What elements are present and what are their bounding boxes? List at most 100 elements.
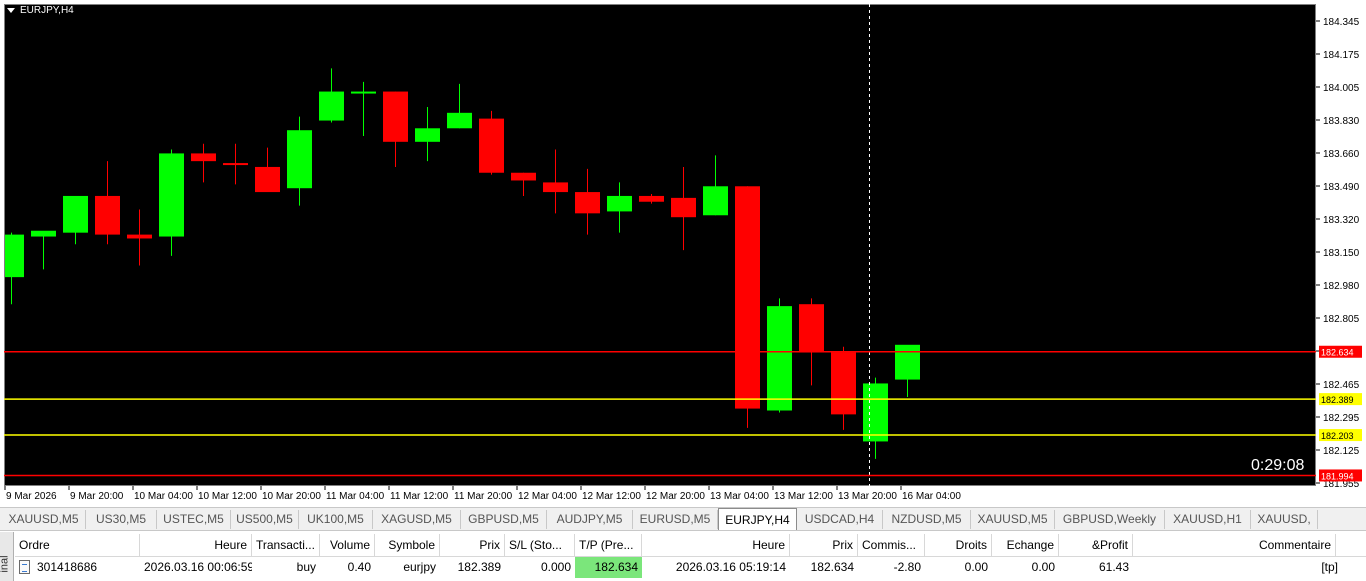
level-price-label: 181.994 [1321,471,1354,481]
column-header-volume[interactable]: Volume [320,534,375,556]
cell-stop-loss: 0.000 [540,560,571,574]
time-axis-label: 10 Mar 12:00 [198,491,257,502]
tab-uk100-m5[interactable]: UK100,M5 [299,510,373,529]
tab-eurusd-m5[interactable]: EURUSD,M5 [633,510,718,529]
column-header-profit[interactable]: &Profit [1059,534,1133,556]
bear-candle [639,195,664,202]
tab-xauusd-m5[interactable]: XAUUSD,M5 [2,510,86,529]
tab-gbpusd-weekly[interactable]: GBPUSD,Weekly [1055,510,1165,529]
cell-comment: [tp] [1321,560,1338,574]
level-price-label: 182.634 [1321,348,1354,358]
bull-candle [351,91,376,94]
cell-open-time: 2026.03.16 00:06:59 [144,560,252,574]
bull-candle [319,91,344,121]
cell-commission: -2.80 [893,560,921,574]
price-axis-label: 183.320 [1323,215,1360,226]
tab-eurjpy-h4[interactable]: EURJPY,H4 [718,508,797,530]
tab-xauusd[interactable]: XAUUSD, [1251,510,1318,529]
column-header-commission[interactable]: Commis... [858,534,925,556]
bar-countdown-timer: 0:29:08 [1251,457,1305,474]
cell-symbol: eurjpy [403,560,436,574]
bear-candle [223,163,248,166]
cell-profit: 61.43 [1098,560,1129,574]
time-axis-label: 10 Mar 20:00 [262,491,321,502]
price-axis-label: 182.125 [1323,446,1360,457]
tab-xagusd-m5[interactable]: XAGUSD,M5 [373,510,461,529]
bull-candle [415,128,440,142]
table-row[interactable]: 301418686 2026.03.16 00:06:59 buy 0.40 eurjp… [15,557,1366,578]
cell-close-price: 182.634 [810,560,854,574]
terminal-side-label[interactable]: inal [0,532,14,581]
time-axis-label: 12 Mar 04:00 [518,491,577,502]
time-axis-label: 11 Mar 20:00 [454,491,513,502]
price-axis-label: 182.805 [1323,314,1360,325]
column-header-comment[interactable]: Commentaire [1133,534,1336,556]
column-header-swap[interactable]: Echange [992,534,1059,556]
column-header-stop-loss[interactable]: S/L (Sto... [505,534,575,556]
column-header-open-time[interactable]: Heure [140,534,252,556]
bull-candle [895,344,920,380]
bull-candle [5,234,24,278]
terminal-panel: inal Ordre Heure Transacti... Volume Symbole… [0,532,1366,581]
chart-tabs-bar: XAUUSD,M5 US30,M5 USTEC,M5 US500,M5 UK100,M5… [0,507,1366,531]
price-axis-label: 182.980 [1323,281,1360,292]
price-axis-label: 184.345 [1323,17,1360,28]
bull-candle [863,383,888,442]
bull-candle [447,112,472,129]
column-header-order[interactable]: Ordre [15,534,140,556]
column-header-fees[interactable]: Droits [925,534,992,556]
column-header-close-price[interactable]: Prix [790,534,858,556]
tab-us30-m5[interactable]: US30,M5 [86,510,157,529]
tab-nzdusd-m5[interactable]: NZDUSD,M5 [883,510,971,529]
bear-candle [127,234,152,239]
tab-audjpy-m5[interactable]: AUDJPY,M5 [547,510,633,529]
column-header-take-profit[interactable]: T/P (Pre... [575,534,642,556]
chart-menu-arrow-icon[interactable] [7,8,15,13]
bear-candle [543,182,568,193]
bear-candle [735,186,760,409]
tab-gbpusd-m5[interactable]: GBPUSD,M5 [461,510,547,529]
time-axis-label: 13 Mar 04:00 [710,491,769,502]
bear-candle [831,352,856,415]
cell-volume: 0.40 [347,560,371,574]
bull-candle [607,195,632,212]
bull-candle [287,130,312,189]
bear-candle [479,118,504,173]
time-axis-label: 9 Mar 2026 [6,491,57,502]
cell-transaction-type: buy [296,560,316,574]
cell-open-price: 182.389 [457,560,501,574]
tab-us500-m5[interactable]: US500,M5 [231,510,299,529]
tab-usdcad-h4[interactable]: USDCAD,H4 [797,510,883,529]
bull-candle [767,306,792,411]
cell-order: 301418686 [37,560,98,574]
price-axis-label: 183.660 [1323,149,1360,160]
time-axis-label: 11 Mar 12:00 [390,491,449,502]
level-price-label: 182.389 [1321,395,1354,405]
tab-xauusd-h1[interactable]: XAUUSD,H1 [1165,510,1251,529]
price-chart[interactable]: 184.345 184.175 184.005 183.830 183.660 183.4… [0,0,1366,505]
column-header-close-time[interactable]: Heure [642,534,790,556]
tab-xauusd-m5[interactable]: XAUUSD,M5 [971,510,1055,529]
bull-candle [159,153,184,237]
price-axis-label: 183.150 [1323,248,1360,259]
column-header-symbol[interactable]: Symbole [375,534,440,556]
tab-ustec-m5[interactable]: USTEC,M5 [157,510,231,529]
time-axis-label: 12 Mar 20:00 [646,491,705,502]
time-axis-label: 9 Mar 20:00 [70,491,124,502]
level-price-label: 182.203 [1321,431,1354,441]
bear-candle [575,192,600,214]
chart-canvas[interactable]: 184.345 184.175 184.005 183.830 183.660 183.4… [0,0,1366,505]
bear-candle [255,166,280,193]
price-axis-label: 183.490 [1323,182,1360,193]
column-header-open-price[interactable]: Prix [440,534,505,556]
bull-candle [703,186,728,216]
time-axis-label: 11 Mar 04:00 [326,491,385,502]
column-header-transaction-type[interactable]: Transacti... [252,534,320,556]
time-axis-label: 13 Mar 20:00 [838,491,897,502]
bull-candle [31,230,56,237]
cell-swap: 0.00 [1031,560,1055,574]
bull-candle [63,195,88,233]
bear-candle [671,197,696,218]
trade-table-header: Ordre Heure Transacti... Volume Symbole Prix S… [15,534,1366,557]
price-axis-label: 184.175 [1323,50,1360,61]
